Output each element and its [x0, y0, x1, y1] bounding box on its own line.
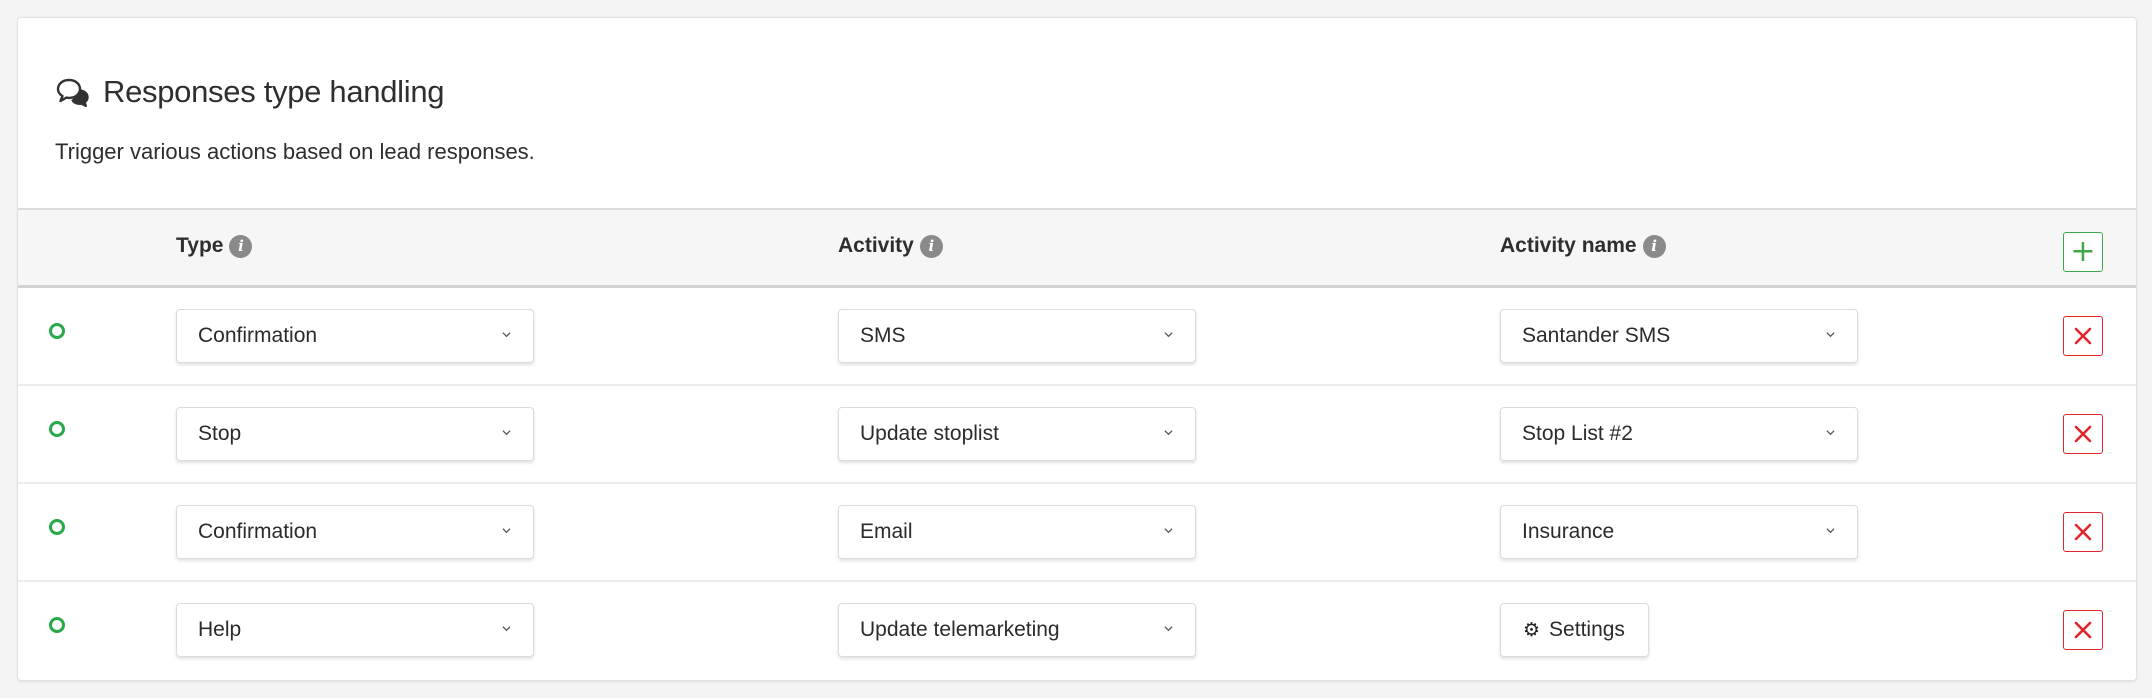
type-select[interactable]: Help — [176, 603, 534, 657]
info-icon[interactable]: i — [229, 234, 253, 258]
chevron-down-icon — [502, 626, 511, 632]
status-indicator — [49, 323, 65, 339]
column-header-activity: Activity i — [838, 234, 943, 258]
table-body: Confirmation SMS Santander SMS Stop Upda… — [18, 288, 2136, 678]
chevron-down-icon — [1164, 430, 1173, 436]
type-value: Confirmation — [198, 520, 318, 543]
column-header-activity-label: Activity — [838, 234, 914, 257]
chevron-down-icon — [502, 332, 511, 338]
delete-row-button[interactable] — [2063, 414, 2103, 454]
activity-value: SMS — [860, 324, 906, 347]
activity-name-value: Santander SMS — [1522, 324, 1671, 347]
chevron-down-icon — [502, 528, 511, 534]
info-icon[interactable]: i — [919, 234, 943, 258]
activity-value: Email — [860, 520, 913, 543]
table-row: Confirmation SMS Santander SMS — [18, 288, 2136, 386]
status-indicator — [49, 617, 65, 633]
column-header-type-label: Type — [176, 234, 224, 257]
table-header: Type i Activity i Activity name i + — [18, 208, 2136, 288]
chevron-down-icon — [502, 430, 511, 436]
chevron-down-icon — [1164, 626, 1173, 632]
responses-table: Type i Activity i Activity name i + Conf… — [18, 208, 2136, 678]
activity-name-value: Stop List #2 — [1522, 422, 1633, 445]
status-indicator — [49, 421, 65, 437]
close-icon — [2074, 523, 2092, 541]
close-icon — [2074, 327, 2092, 345]
chevron-down-icon — [1826, 332, 1835, 338]
table-row: Confirmation Email Insurance — [18, 484, 2136, 582]
activity-settings-button[interactable]: ⚙ Settings — [1500, 603, 1649, 657]
activity-select[interactable]: Update telemarketing — [838, 603, 1196, 657]
table-row: Help Update telemarketing ⚙ Settings — [18, 582, 2136, 678]
delete-row-button[interactable] — [2063, 512, 2103, 552]
chevron-down-icon — [1826, 528, 1835, 534]
chat-bubbles-icon — [55, 76, 91, 108]
type-value: Stop — [198, 422, 242, 445]
column-header-type: Type i — [176, 234, 253, 258]
activity-value: Update telemarketing — [860, 618, 1060, 641]
activity-select[interactable]: SMS — [838, 309, 1196, 363]
type-select[interactable]: Confirmation — [176, 309, 534, 363]
activity-select[interactable]: Update stoplist — [838, 407, 1196, 461]
column-header-activity-name: Activity name i — [1500, 234, 1666, 258]
activity-name-select[interactable]: Santander SMS — [1500, 309, 1858, 363]
chevron-down-icon — [1164, 332, 1173, 338]
chevron-down-icon — [1826, 430, 1835, 436]
type-select[interactable]: Stop — [176, 407, 534, 461]
activity-name-value: Insurance — [1522, 520, 1615, 543]
type-select[interactable]: Confirmation — [176, 505, 534, 559]
add-row-button[interactable]: + — [2063, 232, 2103, 272]
table-row: Stop Update stoplist Stop List #2 — [18, 386, 2136, 484]
delete-row-button[interactable] — [2063, 316, 2103, 356]
activity-value: Update stoplist — [860, 422, 999, 445]
status-indicator — [49, 519, 65, 535]
responses-type-handling-panel: Responses type handling Trigger various … — [17, 17, 2137, 681]
gear-icon: ⚙ — [1523, 619, 1541, 641]
activity-select[interactable]: Email — [838, 505, 1196, 559]
info-icon[interactable]: i — [1642, 234, 1666, 258]
delete-row-button[interactable] — [2063, 610, 2103, 650]
close-icon — [2074, 425, 2092, 443]
type-value: Confirmation — [198, 324, 318, 347]
close-icon — [2074, 621, 2092, 639]
activity-name-select[interactable]: Stop List #2 — [1500, 407, 1858, 461]
chevron-down-icon — [1164, 528, 1173, 534]
type-value: Help — [198, 618, 242, 641]
column-header-activity-name-label: Activity name — [1500, 234, 1637, 257]
panel-title: Responses type handling — [103, 74, 445, 109]
panel-title-row: Responses type handling — [55, 74, 445, 110]
panel-subtitle: Trigger various actions based on lead re… — [55, 139, 535, 164]
activity-name-select[interactable]: Insurance — [1500, 505, 1858, 559]
activity-settings-label: Settings — [1549, 618, 1625, 641]
panel-header: Responses type handling Trigger various … — [18, 18, 2136, 208]
